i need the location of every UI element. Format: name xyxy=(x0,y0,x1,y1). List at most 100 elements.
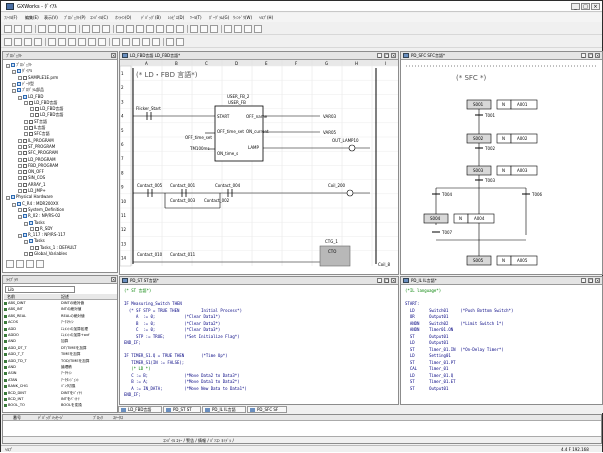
library-row[interactable]: BOOL_TO BOOLを変換 xyxy=(4,403,121,408)
online-icon[interactable] xyxy=(224,25,232,33)
library-row[interactable]: BCD_DINT DINTをﾊﾞｲﾅﾘ xyxy=(4,391,121,396)
minimize-icon[interactable]: _ xyxy=(377,53,382,58)
output-tab-labels[interactable]: ｺﾝﾊﾟｲﾙ ｴﾗｰ / 警告 / 情報 / ﾊﾟｿｺﾝ ﾖﾐﾃﾞｼ / xyxy=(163,438,234,444)
tree-item[interactable]: - ﾀﾞｲｱﾙ xyxy=(12,68,32,75)
minimize-icon[interactable]: _ xyxy=(581,53,586,58)
line-icon[interactable] xyxy=(78,38,86,46)
coil[interactable] xyxy=(348,144,356,152)
library-row[interactable]: ATAN ｱｰｸﾀﾝｼﾞｪﾝﾄ xyxy=(4,378,121,383)
jump-icon[interactable] xyxy=(152,38,160,46)
expand-icon[interactable] xyxy=(18,163,22,168)
tree-item[interactable]: Global_Variables xyxy=(24,251,67,256)
tree-item[interactable]: SFC_PROGRAM xyxy=(18,150,58,156)
expand-icon[interactable]: - xyxy=(18,215,22,220)
panel-close-icon[interactable]: × xyxy=(111,277,116,282)
expand-icon[interactable] xyxy=(18,144,22,149)
sfc-window-titlebar[interactable]: PD_SFC SFC言語* _ □ × xyxy=(401,52,602,60)
download-icon[interactable] xyxy=(136,25,144,33)
library-row[interactable]: ADD_TD_T TOD/TIMEを加算 xyxy=(4,359,121,364)
transition-icon[interactable] xyxy=(122,38,130,46)
step-icon[interactable] xyxy=(112,38,120,46)
coil[interactable] xyxy=(346,189,354,197)
view-icon[interactable] xyxy=(16,260,24,268)
tree-item[interactable]: SFC言語 xyxy=(24,131,50,137)
library-row[interactable]: ABS_INT INTの絶対値 xyxy=(4,307,121,312)
tree-item[interactable]: LD_FBD言語 xyxy=(30,112,63,118)
copy-icon[interactable] xyxy=(48,25,56,33)
run-icon[interactable] xyxy=(166,25,174,33)
expand-icon[interactable] xyxy=(30,245,34,250)
tree-item[interactable]: LD_FBD言語 xyxy=(24,100,57,105)
tab-il[interactable]: PD_IL IL言語 xyxy=(202,406,246,413)
menu-window[interactable]: ｳｨﾝﾄﾞｳ(W) xyxy=(233,15,252,21)
tree-item[interactable]: ST言語 xyxy=(24,119,47,124)
menu-help[interactable]: ﾍﾙﾌﾟ(H) xyxy=(259,15,273,21)
library-row[interactable]: ASIN ｱｰｸｻｲﾝ xyxy=(4,371,121,376)
monitor-icon[interactable] xyxy=(156,25,164,33)
debug-icon[interactable] xyxy=(244,25,252,33)
library-row[interactable]: BANK_CHG ﾊﾞﾝｸ切換 xyxy=(4,384,121,389)
expand-icon[interactable] xyxy=(18,182,22,187)
close-icon[interactable]: × xyxy=(595,278,600,283)
minimize-icon[interactable]: _ xyxy=(581,278,586,283)
expand-icon[interactable] xyxy=(18,207,22,212)
tree-item[interactable]: LD_JMP+ xyxy=(18,188,46,193)
column-block[interactable]: ﾌﾞﾛｯｸ xyxy=(93,415,103,421)
tab-ld-fbd[interactable]: LD_FBD言語 xyxy=(118,406,162,413)
expand-icon[interactable] xyxy=(18,170,22,175)
library-row[interactable]: BCD_INT INTをﾊﾞｲﾅﾘ xyxy=(4,397,121,402)
tree-item[interactable]: ON_OFF xyxy=(18,169,44,175)
library-row[interactable]: ADDO ｴﾚﾒﾝﾄの加算+ovf xyxy=(4,333,121,338)
minimize-icon[interactable]: _ xyxy=(377,278,382,283)
view-icon[interactable] xyxy=(36,260,44,268)
menu-file[interactable]: ﾌｧｲﾙ(F) xyxy=(4,15,17,21)
tree-item[interactable]: FBD_PROGRAM xyxy=(18,163,58,168)
tree-item[interactable]: SIN_COS xyxy=(18,175,45,181)
expand-icon[interactable]: - xyxy=(6,64,10,68)
library-row[interactable]: ADD_DT_T DT/TIMEを加算 xyxy=(4,346,121,351)
build-icon[interactable] xyxy=(126,25,134,33)
il-window-titlebar[interactable]: PD_IL IL言語* _ □ × xyxy=(401,277,602,285)
expand-icon[interactable] xyxy=(24,119,28,124)
branch-icon[interactable] xyxy=(132,38,140,46)
expand-icon[interactable]: - xyxy=(12,89,16,94)
expand-icon[interactable] xyxy=(30,113,34,118)
column-message[interactable]: ﾃﾞﾊﾞｯｸﾞﾒｯｾｰｼﾞ xyxy=(38,415,64,421)
library-row[interactable]: ABS_DINT DINTの絶対値 xyxy=(4,301,121,306)
st-window-titlebar[interactable]: PD_ST ST言語* _ □ × xyxy=(120,277,398,285)
expand-icon[interactable]: - xyxy=(6,196,10,201)
zoom-out-icon[interactable] xyxy=(58,38,66,46)
menu-project[interactable]: ﾌﾟﾛｼﾞｪｸﾄ(P) xyxy=(64,15,86,21)
tree-item[interactable]: - Physical Hardware xyxy=(6,194,53,201)
maximize-icon[interactable]: □ xyxy=(384,278,389,283)
coil-icon[interactable] xyxy=(34,38,42,46)
tree-item[interactable]: - R_117 : NP/RS-117 xyxy=(18,232,65,239)
sfc-diagram[interactable]: (* SFC *) S001 N A001 T001 S002 N A002 T002 S003 N… xyxy=(401,60,602,274)
contact-nc-icon[interactable] xyxy=(24,38,32,46)
menu-debug[interactable]: ﾃﾞﾊﾞｯｸﾞ(B) xyxy=(141,15,161,21)
tree-item[interactable]: - Tasks xyxy=(24,220,45,226)
tree-item[interactable]: - ﾃﾞｰﾀ型 xyxy=(12,81,34,87)
expand-icon[interactable] xyxy=(18,138,22,143)
find-icon[interactable] xyxy=(82,25,90,33)
window-tile-icon[interactable] xyxy=(190,25,198,33)
tab-st[interactable]: PD_ST ST xyxy=(163,406,201,413)
tree-item[interactable]: - LD_FBD xyxy=(18,94,43,100)
zoom-in-icon[interactable] xyxy=(48,38,56,46)
tree-item[interactable]: LD_PROGRAM xyxy=(18,157,56,162)
maximize-icon[interactable]: □ xyxy=(588,53,593,58)
expand-icon[interactable]: - xyxy=(18,234,22,239)
minimize-button[interactable]: _ xyxy=(571,3,580,10)
library-row[interactable]: AND 加算 xyxy=(4,339,121,344)
tab-sfc[interactable]: PD_SFC SF xyxy=(247,406,287,413)
library-filter-select[interactable]: Lib xyxy=(5,286,75,293)
open-icon[interactable] xyxy=(14,25,22,33)
expand-icon[interactable] xyxy=(24,132,28,137)
tree-item[interactable]: SAMPLE1E.prm xyxy=(18,75,58,80)
comment-icon[interactable] xyxy=(166,38,174,46)
print-icon[interactable] xyxy=(102,25,110,33)
column-description[interactable]: 記述 xyxy=(61,294,69,300)
title-bar[interactable]: GXWorks - ﾀﾞｲｱﾙ _ □ × xyxy=(1,1,602,12)
expand-icon[interactable] xyxy=(30,226,34,231)
menu-online[interactable]: ｵﾝﾗｲﾝ(O) xyxy=(115,15,131,21)
